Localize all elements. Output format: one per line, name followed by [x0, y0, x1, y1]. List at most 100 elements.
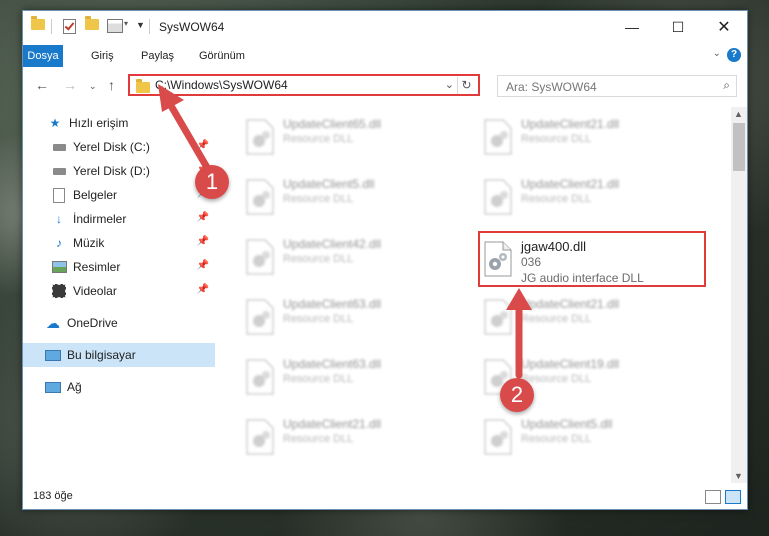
file-type: Resource DLL — [521, 313, 592, 325]
list-item[interactable]: UpdateClient5.dll Resource DLL — [477, 411, 707, 463]
address-path: C:\Windows\SysWOW64 — [155, 78, 288, 92]
forward-arrow-icon[interactable]: → — [63, 77, 77, 93]
properties-check-icon[interactable] — [63, 19, 76, 34]
download-icon: ↓ — [56, 212, 62, 226]
navigation-pane: ★ Hızlı erişim Yerel Disk (C:) 📌 Yerel D… — [23, 107, 215, 483]
sidebar-item-label: Hızlı erişim — [69, 116, 129, 130]
tab-file[interactable]: Dosya — [23, 45, 63, 67]
sidebar-item-label: Belgeler — [73, 188, 118, 202]
minimize-button[interactable]: — — [609, 11, 655, 43]
list-item[interactable]: UpdateClient63.dll Resource DLL — [239, 291, 469, 343]
pin-icon: 📌 — [196, 284, 209, 295]
sidebar-item-local-disk-c[interactable]: Yerel Disk (C:) 📌 — [23, 135, 215, 159]
properties-icon[interactable] — [107, 19, 123, 33]
up-arrow-icon[interactable]: ↑ — [108, 77, 115, 93]
file-name: UpdateClient21.dll — [521, 297, 620, 311]
sidebar-item-music[interactable]: ♪ Müzik 📌 — [23, 231, 215, 255]
folder-icon — [31, 16, 45, 30]
drive-icon — [51, 164, 67, 178]
large-icons-view-icon[interactable] — [725, 490, 741, 504]
recent-locations-icon[interactable]: ⌄ — [89, 81, 97, 92]
close-button[interactable]: ✕ — [701, 11, 747, 43]
search-input[interactable] — [504, 77, 708, 97]
sidebar-item-downloads[interactable]: ↓ İndirmeler 📌 — [23, 207, 215, 231]
file-type: Resource DLL — [283, 193, 354, 205]
list-item[interactable]: UpdateClient65.dll Resource DLL — [239, 111, 469, 163]
tab-share[interactable]: Paylaş — [135, 46, 180, 67]
ribbon-tabs: Dosya Giriş Paylaş Görünüm ⌄ ? — [23, 43, 747, 67]
details-view-icon[interactable] — [705, 490, 721, 504]
sidebar-item-onedrive[interactable]: ☁ OneDrive — [23, 311, 215, 335]
sidebar-item-label: Videolar — [73, 284, 117, 298]
sidebar-item-label: Bu bilgisayar — [67, 348, 136, 362]
drive-icon — [51, 140, 67, 154]
sidebar-item-local-disk-d[interactable]: Yerel Disk (D:) 📌 — [23, 159, 215, 183]
file-list: UpdateClient65.dll Resource DLL UpdateCl… — [215, 107, 731, 483]
dll-file-icon — [246, 419, 274, 455]
back-arrow-icon[interactable]: ← — [35, 77, 49, 93]
list-item[interactable]: UpdateClient21.dll Resource DLL — [477, 291, 707, 343]
sidebar-item-videos[interactable]: Videolar 📌 — [23, 279, 215, 303]
dll-file-icon — [484, 179, 512, 215]
sidebar-item-pictures[interactable]: Resimler 📌 — [23, 255, 215, 279]
sidebar-item-documents[interactable]: Belgeler 📌 — [23, 183, 215, 207]
help-icon[interactable]: ? — [727, 48, 741, 62]
network-icon — [45, 380, 61, 394]
sidebar-item-label: Resimler — [73, 260, 121, 274]
file-name: UpdateClient19.dll — [521, 357, 620, 371]
explorer-window: ▾ ▼ SysWOW64 — ☐ ✕ Dosya Giriş Paylaş Gö… — [22, 10, 748, 510]
status-bar: 183 öğe — [23, 485, 747, 509]
sidebar-item-quick-access[interactable]: ★ Hızlı erişim — [23, 111, 215, 135]
sidebar-item-this-pc[interactable]: Bu bilgisayar — [23, 343, 215, 367]
dll-file-icon — [484, 119, 512, 155]
vertical-scrollbar[interactable]: ▲ ▼ — [731, 107, 747, 483]
pin-icon: 📌 — [196, 260, 209, 271]
pin-icon: 📌 — [196, 212, 209, 223]
file-type: Resource DLL — [521, 373, 592, 385]
maximize-button[interactable]: ☐ — [655, 11, 701, 43]
sidebar-item-label: Ağ — [67, 380, 82, 394]
list-item[interactable]: UpdateClient5.dll Resource DLL — [239, 171, 469, 223]
dll-file-icon — [246, 119, 274, 155]
window-title: SysWOW64 — [159, 20, 225, 34]
list-item[interactable]: UpdateClient21.dll Resource DLL — [477, 111, 707, 163]
pictures-icon — [51, 260, 67, 274]
file-name: UpdateClient5.dll — [521, 417, 613, 431]
pin-icon: 📌 — [196, 140, 209, 151]
file-type: Resource DLL — [283, 373, 354, 385]
search-box[interactable]: ⌕ — [497, 75, 737, 97]
scroll-up-icon[interactable]: ▲ — [734, 109, 743, 119]
music-icon: ♪ — [56, 236, 62, 250]
item-count: 183 öğe — [33, 490, 73, 502]
chevron-down-icon[interactable]: ⌄ — [445, 78, 454, 91]
sidebar-item-network[interactable]: Ağ — [23, 375, 215, 399]
file-type: Resource DLL — [283, 433, 354, 445]
tab-home[interactable]: Giriş — [85, 46, 120, 67]
dll-file-icon — [246, 179, 274, 215]
file-type: Resource DLL — [521, 133, 592, 145]
new-folder-icon[interactable] — [85, 16, 99, 30]
file-type: Resource DLL — [521, 433, 592, 445]
scroll-down-icon[interactable]: ▼ — [734, 471, 743, 481]
list-item[interactable]: UpdateClient63.dll Resource DLL — [239, 351, 469, 403]
dll-file-icon — [484, 419, 512, 455]
star-icon: ★ — [49, 116, 61, 130]
list-item[interactable]: UpdateClient42.dll Resource DLL — [239, 231, 469, 283]
documents-icon — [51, 187, 67, 203]
refresh-icon[interactable]: ↻ — [457, 77, 475, 94]
ribbon-collapse-icon[interactable]: ⌄ — [713, 48, 721, 59]
file-type: Resource DLL — [283, 133, 354, 145]
file-name: UpdateClient63.dll — [283, 297, 382, 311]
tab-view[interactable]: Görünüm — [193, 46, 251, 67]
callout-step-2: 2 — [500, 378, 534, 412]
file-name: UpdateClient65.dll — [283, 117, 382, 131]
chevron-down-icon[interactable]: ▾ — [124, 19, 128, 28]
file-highlight-box — [478, 231, 706, 287]
customize-toolbar-icon[interactable]: ▼ — [136, 20, 145, 30]
address-bar[interactable]: C:\Windows\SysWOW64 ⌄ ↻ — [128, 74, 480, 96]
search-icon[interactable]: ⌕ — [723, 78, 730, 93]
title-bar: ▾ ▼ SysWOW64 — ☐ ✕ — [23, 11, 747, 43]
list-item[interactable]: UpdateClient21.dll Resource DLL — [239, 411, 469, 463]
list-item[interactable]: UpdateClient21.dll Resource DLL — [477, 171, 707, 223]
scrollbar-thumb[interactable] — [733, 123, 745, 171]
